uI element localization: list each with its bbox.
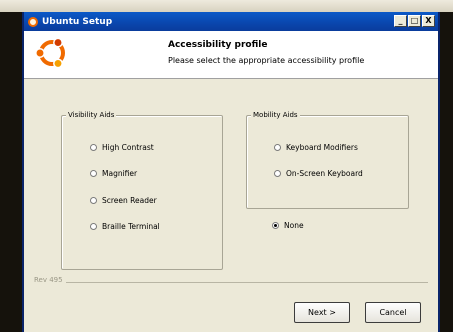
radio-button[interactable] — [274, 144, 281, 151]
maximize-button[interactable]: □ — [408, 15, 421, 27]
cancel-button[interactable]: Cancel — [365, 302, 421, 323]
radio-magnifier[interactable]: Magnifier — [90, 169, 137, 178]
next-button[interactable]: Next > — [294, 302, 350, 323]
radio-high-contrast[interactable]: High Contrast — [90, 143, 154, 152]
radio-screen-reader[interactable]: Screen Reader — [90, 196, 157, 205]
radio-button[interactable] — [90, 170, 97, 177]
radio-label: On-Screen Keyboard — [286, 169, 363, 178]
title-bar[interactable]: Ubuntu Setup _ □ X — [24, 12, 438, 31]
radio-button[interactable] — [90, 223, 97, 230]
radio-button-selected[interactable] — [272, 222, 279, 229]
window-title: Ubuntu Setup — [42, 16, 113, 27]
visibility-aids-legend: Visibility Aids — [66, 110, 117, 121]
revision-label: Rev 495 — [34, 276, 66, 284]
radio-none[interactable]: None — [272, 221, 304, 230]
visibility-aids-group: Visibility Aids High Contrast Magnifier … — [61, 110, 223, 270]
radio-button[interactable] — [90, 144, 97, 151]
mobility-aids-group: Mobility Aids Keyboard Modifiers On-Scre… — [246, 110, 409, 209]
page-subtitle: Please select the appropriate accessibil… — [168, 56, 365, 65]
radio-on-screen-keyboard[interactable]: On-Screen Keyboard — [274, 169, 363, 178]
radio-label: Keyboard Modifiers — [286, 143, 358, 152]
radio-label: Screen Reader — [102, 196, 157, 205]
radio-selected-dot — [274, 224, 277, 227]
ubuntu-logo-icon — [35, 37, 65, 69]
radio-keyboard-modifiers[interactable]: Keyboard Modifiers — [274, 143, 358, 152]
radio-label: High Contrast — [102, 143, 154, 152]
footer-divider — [64, 282, 428, 283]
close-button[interactable]: X — [422, 15, 435, 27]
mobility-aids-legend: Mobility Aids — [251, 110, 300, 121]
window-controls: _ □ X — [394, 15, 435, 27]
page-title: Accessibility profile — [168, 40, 268, 50]
ubuntu-logo-icon — [28, 16, 38, 27]
minimize-button[interactable]: _ — [394, 15, 407, 27]
radio-label: None — [284, 221, 304, 230]
radio-braille-terminal[interactable]: Braille Terminal — [90, 222, 160, 231]
header-banner: Accessibility profile Please select the … — [24, 31, 438, 79]
setup-window: Ubuntu Setup _ □ X Accessibility profile… — [22, 12, 440, 332]
radio-button[interactable] — [274, 170, 281, 177]
radio-label: Braille Terminal — [102, 222, 160, 231]
radio-label: Magnifier — [102, 169, 138, 178]
desktop-background — [0, 0, 453, 12]
radio-button[interactable] — [90, 197, 97, 204]
